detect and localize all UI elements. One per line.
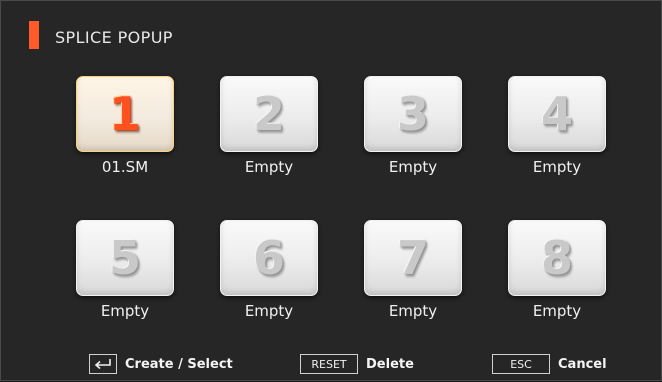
reset-key: RESET	[300, 354, 358, 374]
slot-6-label: Empty	[244, 302, 294, 320]
splice-slot-6: 6 Empty	[209, 220, 329, 320]
slot-5-button[interactable]: 5	[76, 220, 174, 296]
slot-4-label: Empty	[532, 158, 582, 176]
slot-1-number: 1	[108, 87, 141, 141]
footer-hints: Create / Select RESET Delete ESC Cancel	[1, 352, 661, 382]
slot-1-button[interactable]: 1	[76, 76, 174, 152]
enter-arrow-icon	[89, 354, 117, 374]
slot-8-button[interactable]: 8	[508, 220, 606, 296]
slot-5-number: 5	[108, 231, 141, 285]
slot-3-number: 3	[396, 87, 429, 141]
slot-2-label: Empty	[244, 158, 294, 176]
slot-5-label: Empty	[100, 302, 150, 320]
splice-popup-window: SPLICE POPUP 1 01.SM 2 Empty 3 Empty 4 E…	[0, 0, 662, 381]
slot-2-number: 2	[252, 87, 285, 141]
slot-2-button[interactable]: 2	[220, 76, 318, 152]
splice-slot-8: 8 Empty	[497, 220, 617, 320]
slot-6-button[interactable]: 6	[220, 220, 318, 296]
slot-3-label: Empty	[388, 158, 438, 176]
splice-slot-1: 1 01.SM	[65, 76, 185, 176]
slot-4-button[interactable]: 4	[508, 76, 606, 152]
slot-7-number: 7	[396, 231, 429, 285]
delete-hint[interactable]: RESET Delete	[300, 352, 414, 376]
splice-slot-2: 2 Empty	[209, 76, 329, 176]
slot-6-number: 6	[252, 231, 285, 285]
slot-7-button[interactable]: 7	[364, 220, 462, 296]
esc-key: ESC	[492, 354, 550, 374]
cancel-label: Cancel	[558, 356, 607, 372]
splice-slot-5: 5 Empty	[65, 220, 185, 320]
slot-8-number: 8	[540, 231, 573, 285]
title-bar: SPLICE POPUP	[1, 1, 661, 61]
create-select-hint[interactable]: Create / Select	[89, 352, 233, 376]
create-select-label: Create / Select	[125, 356, 233, 372]
splice-slot-4: 4 Empty	[497, 76, 617, 176]
slot-3-button[interactable]: 3	[364, 76, 462, 152]
splice-slot-3: 3 Empty	[353, 76, 473, 176]
slot-4-number: 4	[540, 87, 573, 141]
slot-1-label: 01.SM	[101, 158, 149, 176]
slot-8-label: Empty	[532, 302, 582, 320]
cancel-hint[interactable]: ESC Cancel	[492, 352, 607, 376]
delete-label: Delete	[366, 356, 414, 372]
splice-slot-7: 7 Empty	[353, 220, 473, 320]
title-accent-bar	[29, 21, 39, 49]
slot-7-label: Empty	[388, 302, 438, 320]
popup-title: SPLICE POPUP	[55, 28, 173, 47]
